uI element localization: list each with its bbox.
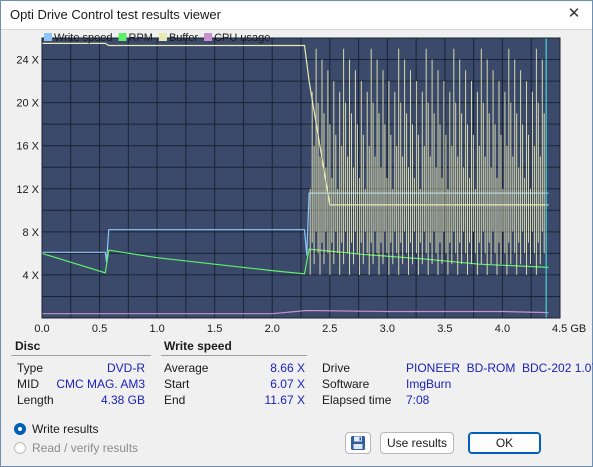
legend-label: Buffer xyxy=(169,32,198,44)
drive-label: Drive xyxy=(322,361,351,375)
results-info: Disc Write speed Type DVD-R MID CMC MAG.… xyxy=(1,335,593,410)
y-tick-label: 24 X xyxy=(16,55,39,67)
x-tick-label: 1.5 xyxy=(207,323,222,335)
disc-type-value: DVD-R xyxy=(107,361,145,375)
legend-swatch xyxy=(118,33,127,41)
end-label: End xyxy=(164,393,186,407)
y-tick-label: 8 X xyxy=(22,227,39,239)
disc-mid-value: CMC MAG. AM3 xyxy=(56,377,145,391)
disc-type-label: Type xyxy=(17,361,44,375)
x-tick-label: 2.5 xyxy=(322,323,337,335)
close-icon[interactable]: ✕ xyxy=(562,3,586,25)
drive-value: PIONEER BD-ROM BDC-202 1.07 xyxy=(406,361,593,375)
write-speed-divider xyxy=(161,355,307,356)
y-tick-label: 20 X xyxy=(16,98,39,110)
x-tick-label: 1.0 xyxy=(149,323,164,335)
read-verify-results-option: Read / verify results xyxy=(14,441,138,455)
legend-swatch xyxy=(44,33,52,41)
x-tick-label: 2.0 xyxy=(265,323,280,335)
read-verify-results-radio xyxy=(14,442,26,454)
write-speed-header: Write speed xyxy=(164,339,232,353)
elapsed-time-label: Elapsed time xyxy=(322,393,392,407)
start-label: Start xyxy=(164,377,190,391)
disc-length-label: Length xyxy=(17,393,54,407)
x-tick-label: 4.0 xyxy=(495,323,510,335)
x-tick-label: 3.5 xyxy=(437,323,452,335)
ok-button[interactable]: OK xyxy=(468,432,541,454)
x-tick-label: 3.0 xyxy=(380,323,395,335)
write-results-label[interactable]: Write results xyxy=(32,422,98,436)
disc-mid-label: MID xyxy=(17,377,39,391)
legend-swatch xyxy=(158,33,167,41)
speed-chart: 4 X 8 X 12 X 16 X 20 X 24 X 0.0 0.5 1.0 1.5 2.0 2.5… xyxy=(16,32,586,335)
floppy-disk-icon xyxy=(351,436,365,450)
legend-label: CPU usage xyxy=(214,32,270,44)
elapsed-time-value: 7:08 xyxy=(406,393,430,407)
legend-swatch xyxy=(204,33,213,41)
software-value: ImgBurn xyxy=(406,377,452,391)
legend-label: Write speed xyxy=(54,32,113,44)
y-tick-label: 12 X xyxy=(16,184,39,196)
results-viewer-window: Opti Drive Control test results viewer ✕… xyxy=(0,0,593,467)
software-label: Software xyxy=(322,377,370,391)
window-title: Opti Drive Control test results viewer xyxy=(10,7,221,22)
write-results-radio[interactable] xyxy=(14,423,26,435)
y-tick-label: 4 X xyxy=(22,270,39,282)
use-results-button[interactable]: Use results xyxy=(380,432,454,454)
average-value: 8.66 X xyxy=(270,361,305,375)
x-tick-label: 0.5 xyxy=(92,323,107,335)
write-results-option[interactable]: Write results xyxy=(14,422,98,436)
y-tick-label: 16 X xyxy=(16,141,39,153)
average-label: Average xyxy=(164,361,209,375)
read-verify-results-label: Read / verify results xyxy=(32,441,139,455)
chart-panel: 4 X 8 X 12 X 16 X 20 X 24 X 0.0 0.5 1.0 1.5 2.0 2.5… xyxy=(1,30,592,335)
disc-divider xyxy=(11,355,151,356)
end-value: 11.67 X xyxy=(264,393,305,407)
disc-header: Disc xyxy=(15,339,41,353)
bottom-bar: Write results Read / verify results Use … xyxy=(1,419,592,466)
legend-label: RPM xyxy=(129,32,153,44)
start-value: 6.07 X xyxy=(270,377,305,391)
x-tick-label: 0.0 xyxy=(34,323,49,335)
x-tick-label: 4.5 GB xyxy=(552,323,586,335)
save-button[interactable] xyxy=(345,432,371,454)
disc-length-value: 4.38 GB xyxy=(100,393,145,407)
title-bar: Opti Drive Control test results viewer ✕ xyxy=(1,1,592,30)
